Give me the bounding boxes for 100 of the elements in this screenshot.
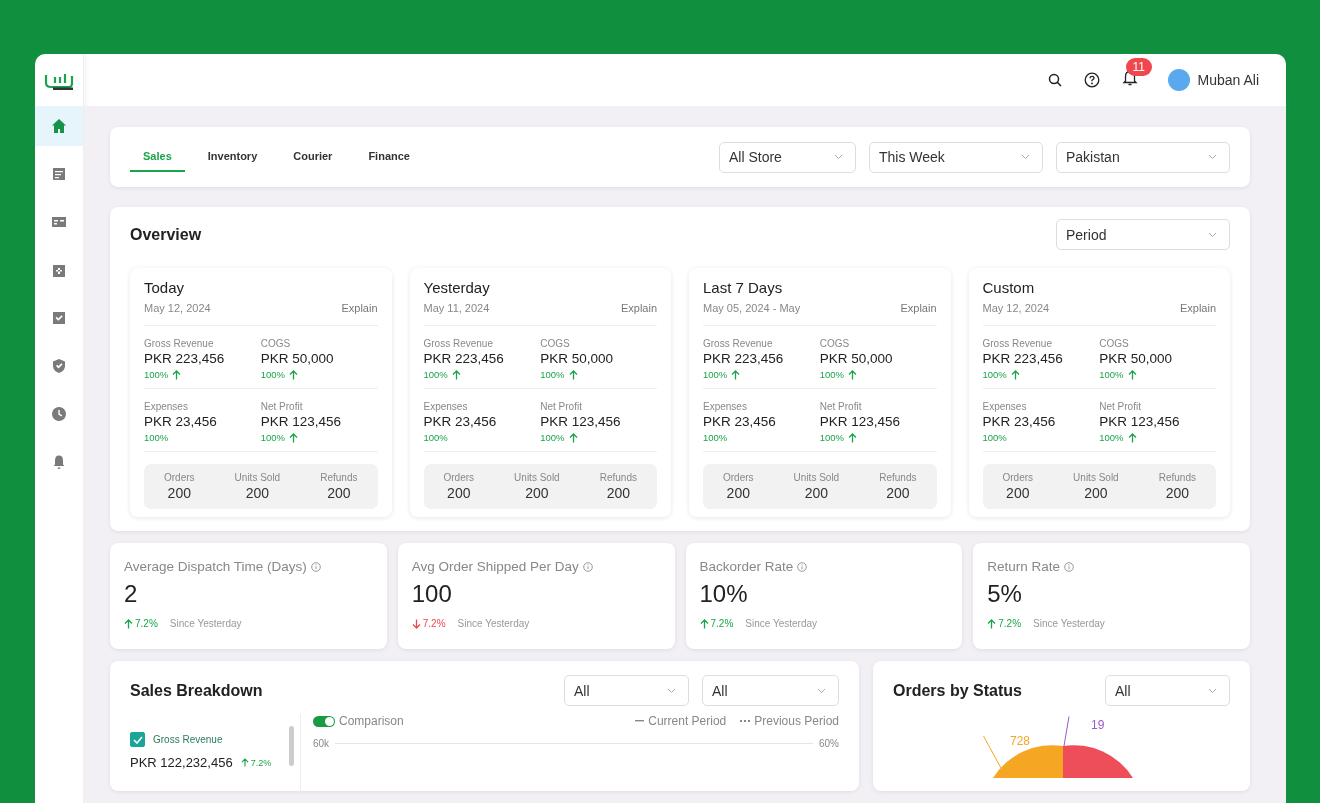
- help-icon[interactable]: [1083, 72, 1100, 88]
- metric-change: 100%: [819, 369, 845, 380]
- metric-value: PKR 23,456: [423, 414, 498, 429]
- info-icon[interactable]: [310, 561, 321, 572]
- metric-change: 100%: [1099, 432, 1124, 443]
- period-dropdown[interactable]: Period: [1056, 219, 1230, 250]
- card-title: Custom: [982, 279, 1036, 296]
- explain-link[interactable]: Explain: [620, 302, 657, 314]
- metric-change: 100%: [423, 432, 448, 443]
- info-icon[interactable]: [582, 561, 593, 572]
- kpi-title: Avg Order Shipped Per Day: [411, 559, 579, 574]
- axis-label: 60k: [313, 738, 330, 749]
- kpi-value: 2: [124, 580, 139, 608]
- metric-label: Net Profit: [540, 401, 583, 412]
- metric-label: Net Profit: [1099, 401, 1142, 412]
- filter-dropdown[interactable]: All: [1105, 675, 1230, 706]
- comparison-toggle[interactable]: [313, 715, 335, 727]
- tab[interactable]: Inventory: [194, 142, 271, 172]
- metric-change: 100%: [703, 369, 728, 380]
- metric-change: 100%: [260, 432, 286, 443]
- info-icon[interactable]: [1064, 561, 1075, 572]
- arrow-up-icon: [1127, 432, 1137, 443]
- metric-value: PKR 50,000: [819, 351, 894, 366]
- metric-change: 100%: [540, 432, 565, 443]
- stat-value: 200: [327, 485, 351, 501]
- metric-change: 100%: [144, 369, 169, 380]
- chevron-icon: [1208, 687, 1217, 694]
- metric-value: PKR 50,000: [540, 351, 615, 366]
- stat-value: 200: [886, 485, 910, 501]
- arrow-up-icon: [124, 618, 133, 629]
- metric-change: 100%: [423, 369, 448, 380]
- metric-change: 100%: [144, 432, 169, 443]
- metric-value: PKR 23,456: [144, 414, 218, 429]
- checkbox[interactable]: [130, 732, 145, 747]
- metric-value: PKR 23,456: [703, 414, 777, 429]
- toggle-label: Comparison: [339, 714, 404, 728]
- explain-link[interactable]: Explain: [341, 302, 378, 314]
- arrow-up-icon: [568, 432, 578, 443]
- metric-change: 100%: [982, 369, 1007, 380]
- chevron-icon: [667, 687, 676, 694]
- filter-dropdown[interactable]: All Store: [719, 141, 856, 173]
- filter-dropdown[interactable]: All: [702, 675, 839, 706]
- stat-value: 200: [1006, 485, 1030, 501]
- metric-change: 100%: [703, 432, 728, 443]
- metric-label: Gross Revenue: [703, 338, 774, 349]
- card-date: May 05, 2024 - May: [703, 302, 801, 314]
- series-change: 7.2%: [250, 757, 272, 768]
- stat-value: 200: [245, 485, 270, 501]
- scrollbar[interactable]: [289, 726, 294, 766]
- metric-label: Gross Revenue: [423, 338, 494, 349]
- section-title: Overview: [130, 225, 202, 244]
- notification-badge: 11: [1125, 57, 1152, 76]
- legend-item: Current Period: [648, 714, 727, 728]
- tab[interactable]: Courier: [280, 142, 346, 172]
- stat-label: Refunds: [1158, 472, 1196, 483]
- stat-label: Refunds: [879, 472, 917, 483]
- card-title: Yesterday: [423, 279, 491, 296]
- arrow-up-icon: [987, 618, 997, 629]
- card-date: May 12, 2024: [144, 302, 211, 314]
- kpi-value: 5%: [987, 580, 1023, 608]
- stat-label: Refunds: [320, 472, 358, 483]
- metric-label: Net Profit: [260, 401, 304, 412]
- stat-value: 200: [1165, 485, 1189, 501]
- legend-item: Previous Period: [754, 714, 839, 728]
- kpi-change: 7.2%: [998, 618, 1022, 629]
- metric-label: COGS: [1099, 338, 1130, 349]
- stat-label: Units Sold: [1073, 472, 1119, 483]
- filter-dropdown[interactable]: This Week: [869, 141, 1043, 173]
- user-name[interactable]: Muban Ali: [1197, 72, 1259, 88]
- metric-label: COGS: [540, 338, 571, 349]
- kpi-change: 7.2%: [135, 618, 158, 629]
- metric-change: 100%: [819, 432, 845, 443]
- arrow-up-icon: [848, 432, 858, 443]
- sidebar-home-icon[interactable]: [35, 106, 83, 146]
- metric-value: PKR 123,456: [540, 414, 622, 429]
- kpi-title: Return Rate: [987, 559, 1061, 574]
- stat-label: Refunds: [599, 472, 637, 483]
- stat-label: Orders: [723, 472, 754, 483]
- metric-change: 100%: [1099, 369, 1124, 380]
- chevron-icon: [1208, 154, 1217, 160]
- metric-value: PKR 223,456: [703, 351, 785, 366]
- metric-value: PKR 23,456: [982, 414, 1057, 429]
- series-value: PKR 122,232,456: [130, 755, 233, 770]
- explain-link[interactable]: Explain: [900, 302, 937, 314]
- stat-value: 200: [447, 485, 471, 501]
- search-icon[interactable]: [1047, 73, 1062, 87]
- arrow-up-icon: [568, 369, 578, 380]
- arrow-down-icon: [411, 618, 421, 629]
- explain-link[interactable]: Explain: [1179, 302, 1216, 314]
- kpi-note: Since Yesterday: [169, 618, 242, 629]
- stat-label: Units Sold: [234, 472, 281, 483]
- avatar-icon[interactable]: [1167, 69, 1190, 91]
- filter-dropdown[interactable]: All: [564, 675, 689, 706]
- card-date: May 11, 2024: [423, 302, 490, 314]
- stat-label: Orders: [164, 472, 195, 483]
- info-icon[interactable]: [797, 561, 808, 572]
- filter-dropdown[interactable]: Pakistan: [1056, 141, 1230, 173]
- card-title: Today: [144, 279, 186, 296]
- tab[interactable]: Finance: [355, 142, 423, 172]
- stat-value: 200: [726, 485, 750, 501]
